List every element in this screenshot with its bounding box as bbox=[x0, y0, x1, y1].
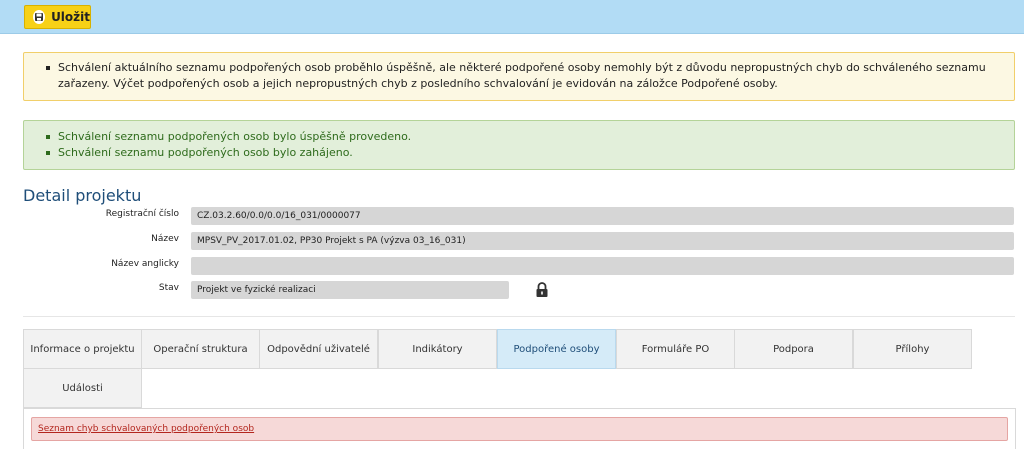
save-button-label: Uložit bbox=[51, 10, 90, 24]
tab-label: Odpovědní uživatelé bbox=[267, 343, 370, 355]
tab-label: Indikátory bbox=[412, 343, 463, 355]
success-alert: Schválení seznamu podpořených osob bylo … bbox=[23, 120, 1015, 170]
save-button[interactable]: Uložit bbox=[24, 5, 91, 29]
success-message: Schválení seznamu podpořených osob bylo … bbox=[46, 145, 1002, 161]
tab-odpovedni-uzivatele[interactable]: Odpovědní uživatelé bbox=[259, 329, 378, 369]
warning-message: Schválení aktuálního seznamu podpořených… bbox=[46, 60, 1002, 92]
field-name: Název MPSV_PV_2017.01.02, PP30 Projekt s… bbox=[23, 232, 1015, 250]
name-english-value bbox=[191, 257, 1014, 275]
status-value: Projekt ve fyzické realizaci bbox=[191, 281, 509, 299]
field-name-english: Název anglicky bbox=[23, 257, 1015, 275]
tab-formulare-po[interactable]: Formuláře PO bbox=[616, 329, 735, 369]
lock-icon[interactable] bbox=[535, 282, 549, 298]
success-message: Schválení seznamu podpořených osob bylo … bbox=[46, 129, 1002, 145]
field-status: Stav Projekt ve fyzické realizaci bbox=[23, 281, 1015, 299]
tab-udalosti[interactable]: Události bbox=[23, 368, 142, 408]
error-list-link[interactable]: Seznam chyb schvalovaných podpořených os… bbox=[38, 424, 254, 434]
divider bbox=[23, 316, 1015, 317]
error-alert: Seznam chyb schvalovaných podpořených os… bbox=[31, 417, 1008, 441]
top-toolbar: Uložit bbox=[0, 0, 1024, 34]
tab-label: Formuláře PO bbox=[641, 343, 710, 355]
tab-label: Podpora bbox=[773, 343, 814, 355]
tab-informace-o-projektu[interactable]: Informace o projektu bbox=[23, 329, 142, 369]
name-value: MPSV_PV_2017.01.02, PP30 Projekt s PA (v… bbox=[191, 232, 1014, 250]
field-label: Registrační číslo bbox=[105, 209, 179, 219]
tab-label: Události bbox=[62, 382, 103, 394]
tab-podporene-osoby[interactable]: Podpořené osoby bbox=[497, 329, 616, 369]
tab-label: Operační struktura bbox=[153, 343, 248, 355]
save-icon bbox=[33, 10, 46, 24]
page-title: Detail projektu bbox=[23, 186, 142, 205]
tab-operacni-struktura[interactable]: Operační struktura bbox=[141, 329, 260, 369]
tab-prilohy[interactable]: Přílohy bbox=[853, 329, 972, 369]
tab-label: Podpořené osoby bbox=[513, 343, 600, 355]
field-label: Stav bbox=[158, 283, 179, 293]
field-label: Název bbox=[151, 234, 179, 244]
field-label: Název anglicky bbox=[111, 259, 179, 269]
field-registration-number: Registrační číslo CZ.03.2.60/0.0/0.0/16_… bbox=[23, 207, 1015, 225]
tab-label: Informace o projektu bbox=[30, 343, 135, 355]
tab-label: Přílohy bbox=[895, 343, 930, 355]
tab-indikatory[interactable]: Indikátory bbox=[378, 329, 497, 369]
tab-podpora[interactable]: Podpora bbox=[734, 329, 853, 369]
warning-alert: Schválení aktuálního seznamu podpořených… bbox=[23, 52, 1015, 101]
registration-number-value: CZ.03.2.60/0.0/0.0/16_031/0000077 bbox=[191, 207, 1014, 225]
